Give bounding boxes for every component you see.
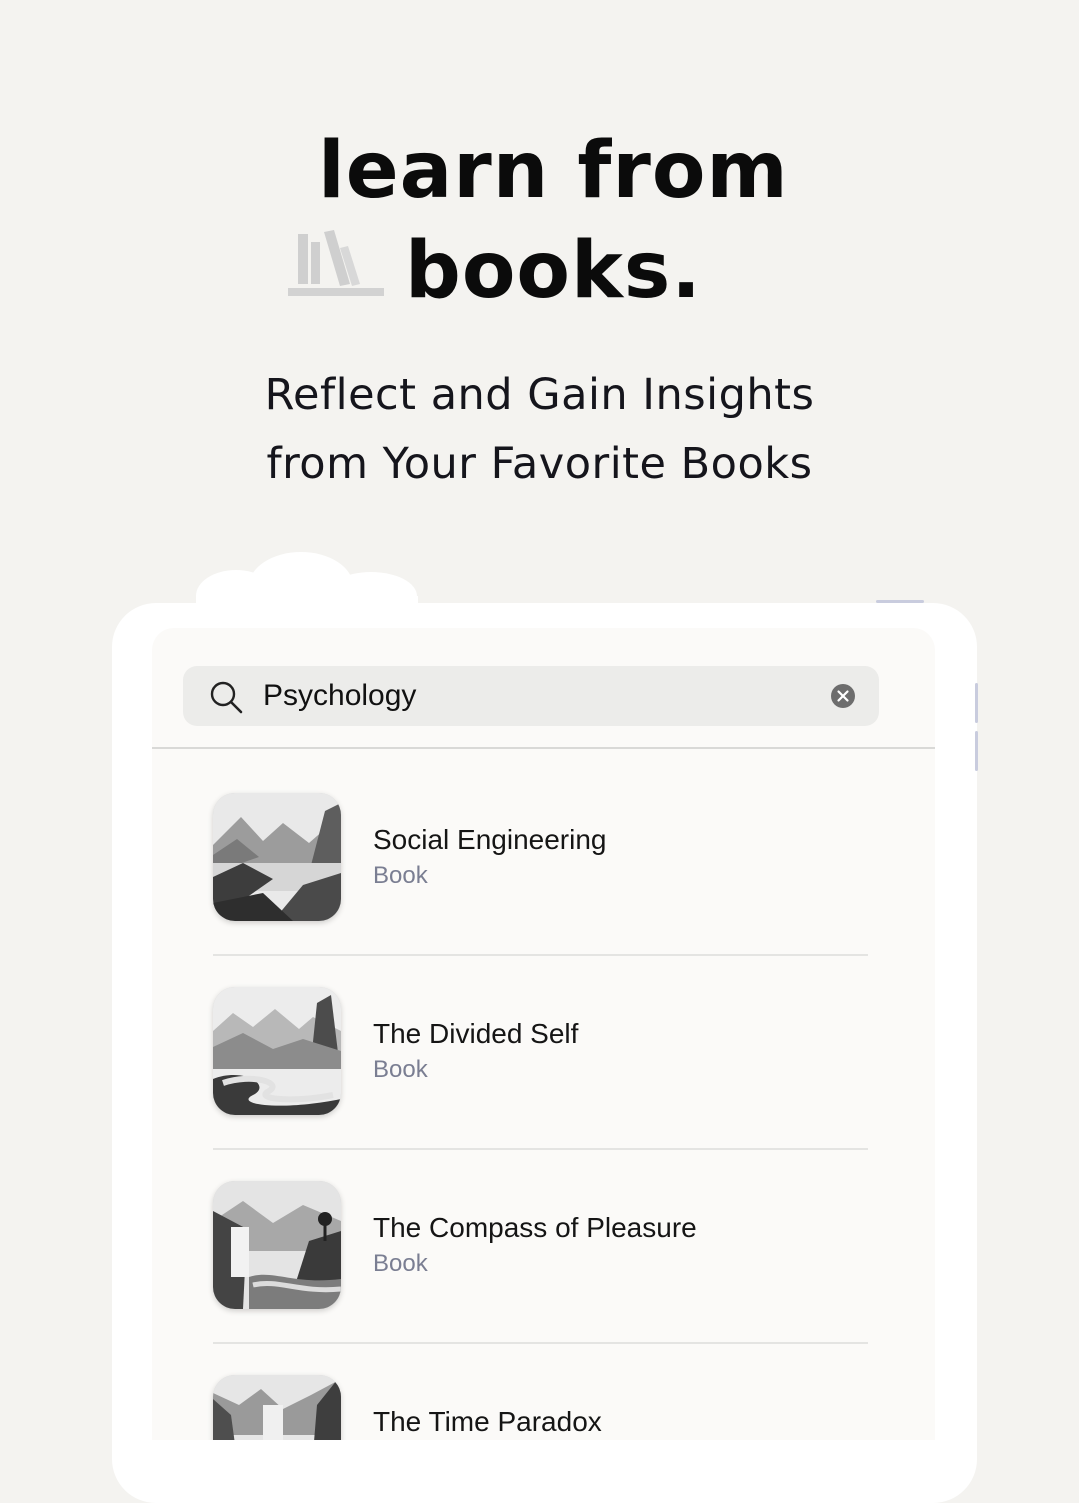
result-title: The Compass of Pleasure xyxy=(373,1212,697,1243)
hero-title-line-2: books. xyxy=(405,226,702,316)
result-type: Book xyxy=(373,1250,428,1277)
device-button-volume-down xyxy=(975,731,978,771)
clear-icon[interactable] xyxy=(830,683,856,709)
cloud-decoration xyxy=(196,552,418,608)
result-type: Book xyxy=(373,1056,428,1083)
books-icon xyxy=(288,230,384,296)
landscape-river-cover xyxy=(213,987,341,1115)
hero-subtitle-line-2: from Your Favorite Books xyxy=(266,439,813,489)
hero-subtitle-line-1: Reflect and Gain Insights xyxy=(264,370,815,420)
result-item[interactable]: The Compass of Pleasure Book xyxy=(152,1137,935,1344)
search-input[interactable] xyxy=(263,674,803,718)
result-item[interactable]: Social Engineering Book xyxy=(152,749,935,956)
landscape-valley-cover xyxy=(213,1375,341,1440)
search-bar[interactable] xyxy=(183,666,879,726)
hero-title-line-1: learn from xyxy=(318,126,789,216)
result-title: Social Engineering xyxy=(373,824,607,855)
device-screen: Social Engineering Book The Divided Self… xyxy=(152,628,935,1440)
result-title: The Time Paradox xyxy=(373,1406,602,1437)
landscape-lake-cover xyxy=(213,793,341,921)
result-type: Book xyxy=(373,862,428,889)
result-title: The Divided Self xyxy=(373,1018,579,1049)
landscape-waterfall-cover xyxy=(213,1181,341,1309)
result-item[interactable]: The Time Paradox Book xyxy=(152,1331,935,1440)
device-button-volume-up xyxy=(975,683,978,723)
result-item[interactable]: The Divided Self Book xyxy=(152,943,935,1150)
search-icon xyxy=(210,681,243,714)
device-button-top xyxy=(876,600,924,603)
